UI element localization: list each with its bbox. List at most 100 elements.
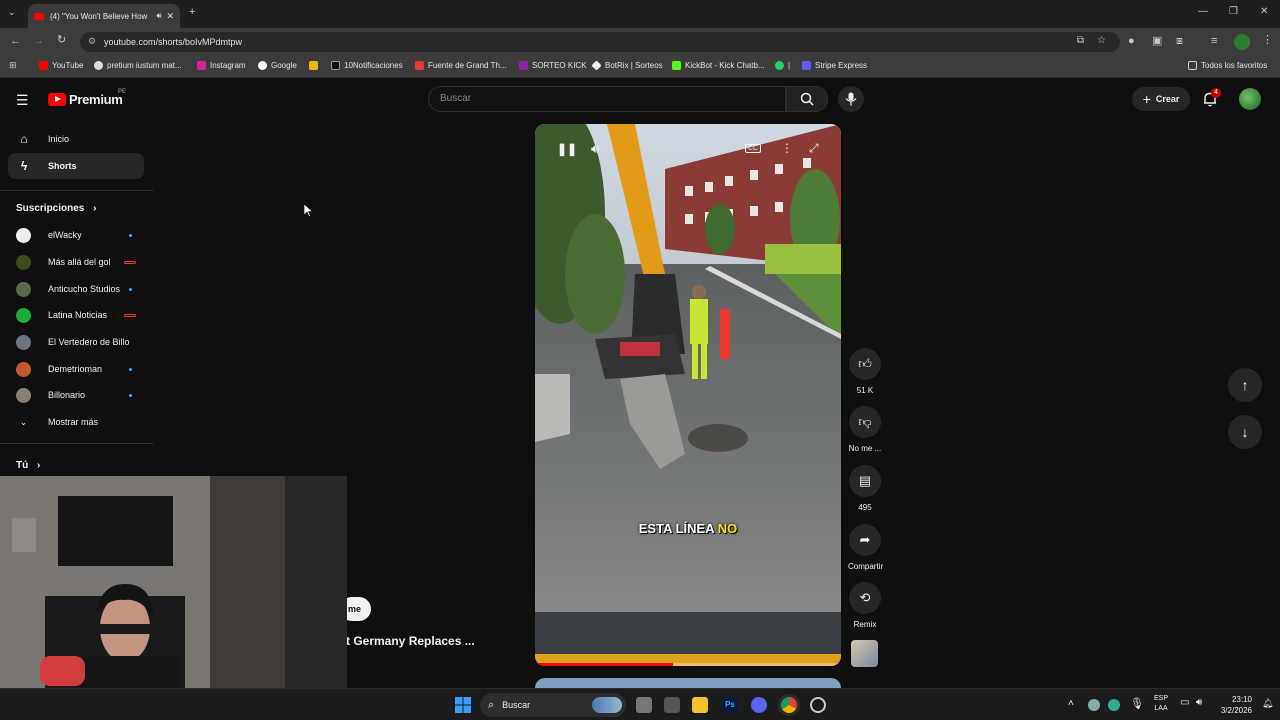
browser-menu-icon[interactable]: ⋮ xyxy=(1262,35,1273,46)
font-icon xyxy=(415,61,424,70)
app-icon[interactable] xyxy=(664,697,680,713)
app-2-icon[interactable] xyxy=(810,697,826,713)
show-more-button[interactable]: ⌄ Mostrar más xyxy=(16,413,136,431)
you-section-header[interactable]: Tú › xyxy=(16,460,40,471)
subscription-item[interactable]: El Vertedero de Billo xyxy=(16,333,136,351)
network-icon[interactable]: ▭ xyxy=(1180,697,1189,708)
bookmark-botrix[interactable]: BotRix | Sorteos xyxy=(591,60,663,71)
subscription-item[interactable]: Demetrioman xyxy=(16,360,136,378)
short-title[interactable]: t Germany Replaces ... xyxy=(346,634,475,648)
more-options-icon[interactable]: ⋮ xyxy=(781,141,793,155)
install-icon[interactable]: ⧉ xyxy=(1077,35,1084,46)
channel-avatar xyxy=(16,307,31,323)
extension-2-icon[interactable]: ▣ xyxy=(1152,36,1162,47)
file-explorer-icon[interactable] xyxy=(692,697,708,713)
tray-icon[interactable] xyxy=(1088,699,1100,711)
bookmark-youtube[interactable]: YouTube xyxy=(39,61,83,70)
language-indicator[interactable]: ESP LAA xyxy=(1154,694,1168,714)
pause-icon[interactable]: ❚❚ xyxy=(557,142,577,156)
window-close-icon[interactable]: ✕ xyxy=(1260,7,1268,17)
minimize-icon[interactable]: — xyxy=(1198,7,1208,17)
task-view-icon[interactable] xyxy=(636,697,652,713)
speaker-icon[interactable]: 🔊︎ xyxy=(156,11,161,21)
microphone-icon[interactable]: 🎙︎ xyxy=(1130,697,1144,710)
bookmark-pretium[interactable]: pretium iustum mat... xyxy=(94,61,182,70)
subscriptions-header[interactable]: Suscripciones › xyxy=(16,203,96,214)
chevron-up-icon[interactable]: ˄ xyxy=(1068,698,1074,709)
extension-icon[interactable]: ● xyxy=(1128,36,1135,47)
taskbar-search[interactable]: ⌕ Buscar xyxy=(480,693,626,717)
chrome-icon[interactable] xyxy=(781,697,797,713)
google-icon xyxy=(258,61,267,70)
dislike-button[interactable]: 👎︎ No me ... xyxy=(848,406,882,453)
youtube-icon xyxy=(39,61,48,70)
all-bookmarks-button[interactable]: Todos los favoritos xyxy=(1188,61,1267,70)
windows-start-icon[interactable] xyxy=(455,697,471,713)
profile-avatar[interactable] xyxy=(1234,34,1250,50)
back-icon[interactable]: ← xyxy=(10,36,21,47)
bookmark-google[interactable]: Google xyxy=(258,61,297,70)
bookmark-colorful[interactable] xyxy=(309,61,322,70)
video-frame xyxy=(535,124,841,666)
site-info-icon[interactable]: ⚙ xyxy=(88,36,96,47)
subscription-item[interactable]: elWacky xyxy=(16,226,136,244)
short-video-player[interactable]: ❚❚ 🔊︎ CC ⋮ ⤢ ESTA LÍNEA NO xyxy=(535,124,841,666)
forward-icon[interactable]: → xyxy=(33,36,44,47)
channel-avatar xyxy=(16,334,31,350)
bookmark-stripe[interactable]: Stripe Express xyxy=(802,61,867,70)
voice-search-button[interactable] xyxy=(838,86,864,112)
volume-icon[interactable]: 🔊︎ xyxy=(591,141,599,157)
notification-badge: 4 xyxy=(1211,88,1221,98)
remix-button[interactable]: ⟲ Remix xyxy=(848,582,882,629)
sidebar-item-inicio[interactable]: ⌂ Inicio xyxy=(8,126,144,152)
clock[interactable]: 23:10 3/2/2026 xyxy=(1216,694,1252,716)
previous-short-button[interactable]: ↑ xyxy=(1228,368,1262,402)
apps-grid-icon[interactable]: ⊞ xyxy=(9,61,17,70)
notification-center-icon[interactable]: 🔔︎ xyxy=(1262,698,1273,709)
bookmark-fuente-gta[interactable]: Fuente de Grand Th... xyxy=(415,61,507,70)
comment-icon: ▤ xyxy=(849,465,881,497)
like-button[interactable]: 👍︎ 51 K xyxy=(848,348,882,395)
photoshop-icon[interactable]: Ps xyxy=(722,697,738,713)
progress-bar[interactable] xyxy=(535,663,841,666)
hamburger-menu-icon[interactable]: ☰ xyxy=(16,92,29,109)
youtube-premium-logo[interactable]: Premium PE xyxy=(48,89,126,107)
sidebar-item-shorts[interactable]: ϟ Shorts xyxy=(8,153,144,179)
volume-icon[interactable]: 🔊︎ xyxy=(1196,697,1202,708)
bookmark-star-icon[interactable]: ☆ xyxy=(1097,35,1106,46)
subscription-item[interactable]: Anticucho Studios xyxy=(16,280,136,298)
next-short-preview[interactable] xyxy=(535,678,841,688)
subscription-item[interactable]: Más allá del gol xyxy=(16,253,136,271)
bookmark-kickbot[interactable]: KickBot - Kick Chatb... xyxy=(672,61,765,70)
search-input[interactable]: Buscar xyxy=(428,86,786,112)
browser-tab[interactable]: (4) "You Won't Believe How 🔊︎ ✕ xyxy=(28,4,180,28)
new-tab-icon[interactable]: + xyxy=(189,7,195,18)
next-short-button[interactable]: ↓ xyxy=(1228,415,1262,449)
subscription-item[interactable]: Latina Noticias xyxy=(16,306,136,324)
tray-2-icon[interactable] xyxy=(1108,699,1120,711)
captions-icon[interactable]: CC xyxy=(745,144,762,153)
tab-title: (4) "You Won't Believe How xyxy=(50,11,148,21)
tab-close-icon[interactable]: ✕ xyxy=(166,11,174,22)
notifications-button[interactable]: 4 xyxy=(1202,88,1221,112)
sound-thumbnail[interactable] xyxy=(851,640,878,667)
fullscreen-icon[interactable]: ⤢ xyxy=(809,141,819,156)
bookmark-whatsapp[interactable]: | xyxy=(775,61,790,70)
tab-list-icon[interactable]: ⌄ xyxy=(8,8,16,17)
restore-icon[interactable]: ❐ xyxy=(1229,7,1238,17)
create-button[interactable]: + Crear xyxy=(1132,87,1190,111)
kickbot-icon xyxy=(672,61,681,70)
bookmark-10notificaciones[interactable]: 10Notificaciones xyxy=(331,61,403,70)
bookmark-instagram[interactable]: Instagram xyxy=(197,61,246,70)
subscription-item[interactable]: Billonario xyxy=(16,386,136,404)
share-button[interactable]: ➦ Compartir xyxy=(848,524,883,571)
account-avatar[interactable] xyxy=(1239,88,1261,110)
media-controls-icon[interactable]: ≡ xyxy=(1211,36,1217,47)
discord-icon[interactable] xyxy=(751,697,767,713)
comments-button[interactable]: ▤ 495 xyxy=(848,465,882,512)
reload-icon[interactable]: ↻ xyxy=(57,35,66,46)
extensions-puzzle-icon[interactable]: ⧆ xyxy=(1176,36,1183,47)
search-button[interactable] xyxy=(786,86,828,112)
url-bar[interactable]: ⚙ youtube.com/shorts/boIvMPdmtpw ⧉ ☆ xyxy=(80,32,1120,52)
bookmark-sorteo-kick[interactable]: SORTEO KICK xyxy=(519,61,587,70)
